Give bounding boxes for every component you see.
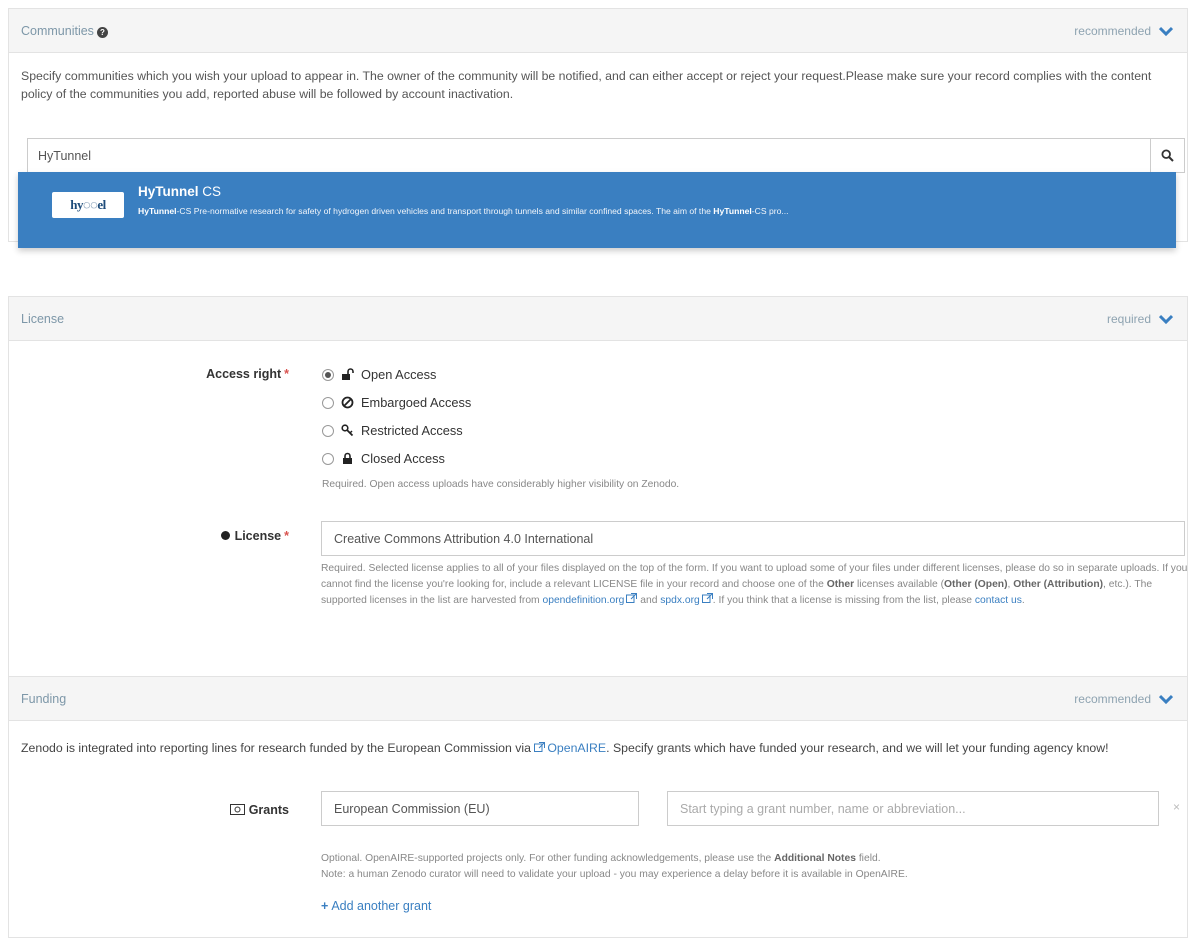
communities-status: recommended <box>1074 23 1151 38</box>
community-result-title-rest: CS <box>198 184 222 199</box>
grant-search-input[interactable]: Start typing a grant number, name or abb… <box>667 791 1159 826</box>
grants-label: Grants <box>179 803 289 817</box>
opendefinition-link[interactable]: opendefinition.org <box>543 595 625 606</box>
radio-open-access[interactable]: Open Access <box>322 367 436 382</box>
community-search-input[interactable] <box>28 139 1150 172</box>
chevron-down-icon[interactable] <box>1159 694 1173 704</box>
external-link-icon <box>701 593 713 603</box>
radio-closed-access[interactable]: Closed Access <box>322 451 445 466</box>
lock-icon <box>343 452 352 464</box>
license-panel: License required Access right * Open Acce… <box>8 296 1188 676</box>
contact-us-link[interactable]: contact us <box>975 595 1022 606</box>
help-text: . If you think that a license is missing… <box>712 595 975 606</box>
desc-highlight-2: HyTunnel <box>713 206 752 216</box>
radio-button[interactable] <box>322 424 334 437</box>
radio-embargoed-access[interactable]: Embargoed Access <box>322 395 471 410</box>
unlock-icon <box>342 368 354 380</box>
license-label: License * <box>159 529 289 543</box>
chevron-down-icon[interactable] <box>1159 314 1173 324</box>
license-help: Required. Selected license applies to al… <box>321 561 1189 609</box>
funding-description: Zenodo is integrated into reporting line… <box>21 739 1181 757</box>
funding-help: Optional. OpenAIRE-supported projects on… <box>321 851 908 883</box>
spdx-link[interactable]: spdx.org <box>660 595 700 606</box>
bullet-icon <box>220 531 230 540</box>
option-label: Closed Access <box>361 451 445 466</box>
external-link-icon <box>534 742 546 752</box>
help-text-bold: Other <box>826 579 855 590</box>
license-title: License <box>21 311 65 326</box>
funding-desc-text: . Specify grants which have funded your … <box>606 741 1109 755</box>
funding-panel: Funding recommended Zenodo is integrated… <box>8 676 1188 938</box>
help-icon[interactable]: ? <box>96 26 108 38</box>
radio-restricted-access[interactable]: Restricted Access <box>322 423 463 438</box>
help-text: Note: a human Zenodo curator will need t… <box>321 869 908 880</box>
help-text-bold: Additional Notes <box>774 853 856 864</box>
communities-status-wrap: recommended <box>1074 24 1173 38</box>
funder-input[interactable]: European Commission (EU) <box>321 791 639 826</box>
funding-title: Funding <box>21 691 67 706</box>
radio-button[interactable] <box>322 396 334 409</box>
community-logo: hy◌◌el <box>52 192 124 218</box>
search-button[interactable] <box>1150 139 1184 172</box>
chevron-down-icon[interactable] <box>1159 26 1173 36</box>
communities-description: Specify communities which you wish your … <box>21 69 1152 101</box>
community-result-title: HyTunnel CS <box>138 184 221 199</box>
grants-label-text: Grants <box>248 803 289 817</box>
remove-grant-icon[interactable]: × <box>1173 800 1180 814</box>
external-link-icon <box>626 593 638 603</box>
option-label: Open Access <box>361 367 437 382</box>
plus-icon: + <box>321 899 329 913</box>
license-header[interactable]: License required <box>9 297 1187 341</box>
option-label: Restricted Access <box>361 423 463 438</box>
option-label: Embargoed Access <box>361 395 472 410</box>
funding-status: recommended <box>1074 691 1151 706</box>
help-text: . <box>1021 595 1025 606</box>
license-select[interactable]: Creative Commons Attribution 4.0 Interna… <box>321 521 1185 556</box>
community-result-item[interactable]: hy◌◌el HyTunnel CS HyTunnel-CS Pre-norma… <box>18 172 1176 248</box>
desc-text-1: -CS Pre-normative research for safety of… <box>176 206 714 216</box>
desc-text-2: -CS pro... <box>751 206 789 216</box>
money-icon <box>229 804 245 815</box>
radio-button[interactable] <box>322 452 334 465</box>
access-right-text: Access right <box>206 367 282 381</box>
openaire-link[interactable]: OpenAIRE <box>547 741 606 755</box>
community-result-title-bold: HyTunnel <box>138 184 199 199</box>
license-status: required <box>1106 311 1151 326</box>
ban-icon <box>341 396 354 409</box>
help-text-bold: Other (Attribution) <box>1013 579 1104 590</box>
help-text-bold: Other (Open) <box>944 579 1008 590</box>
help-text: and <box>637 595 661 606</box>
help-text: licenses available ( <box>854 579 945 590</box>
communities-title-wrap: Communities? <box>21 24 108 38</box>
add-grant-button[interactable]: + Add another grant <box>321 899 431 913</box>
community-search <box>27 138 1185 173</box>
required-marker: * <box>284 529 289 543</box>
help-text: Optional. OpenAIRE-supported projects on… <box>321 853 775 864</box>
required-marker: * <box>284 367 289 381</box>
funding-header[interactable]: Funding recommended <box>9 677 1187 721</box>
access-right-help: Required. Open access uploads have consi… <box>322 479 680 490</box>
license-status-wrap: required <box>1107 312 1173 326</box>
add-grant-label: Add another grant <box>331 899 432 913</box>
license-label-text: License <box>234 529 282 543</box>
funding-status-wrap: recommended <box>1074 692 1173 706</box>
funding-desc-text: Zenodo is integrated into reporting line… <box>21 741 535 755</box>
radio-button[interactable] <box>322 368 334 381</box>
key-icon <box>341 424 354 437</box>
help-text: field. <box>855 853 881 864</box>
communities-header[interactable]: Communities? recommended <box>9 9 1187 53</box>
search-icon <box>1161 149 1174 162</box>
community-result-description: HyTunnel-CS Pre-normative research for s… <box>138 206 789 216</box>
communities-title: Communities <box>21 23 94 38</box>
desc-highlight-1: HyTunnel <box>138 206 177 216</box>
access-right-label: Access right * <box>159 367 289 381</box>
